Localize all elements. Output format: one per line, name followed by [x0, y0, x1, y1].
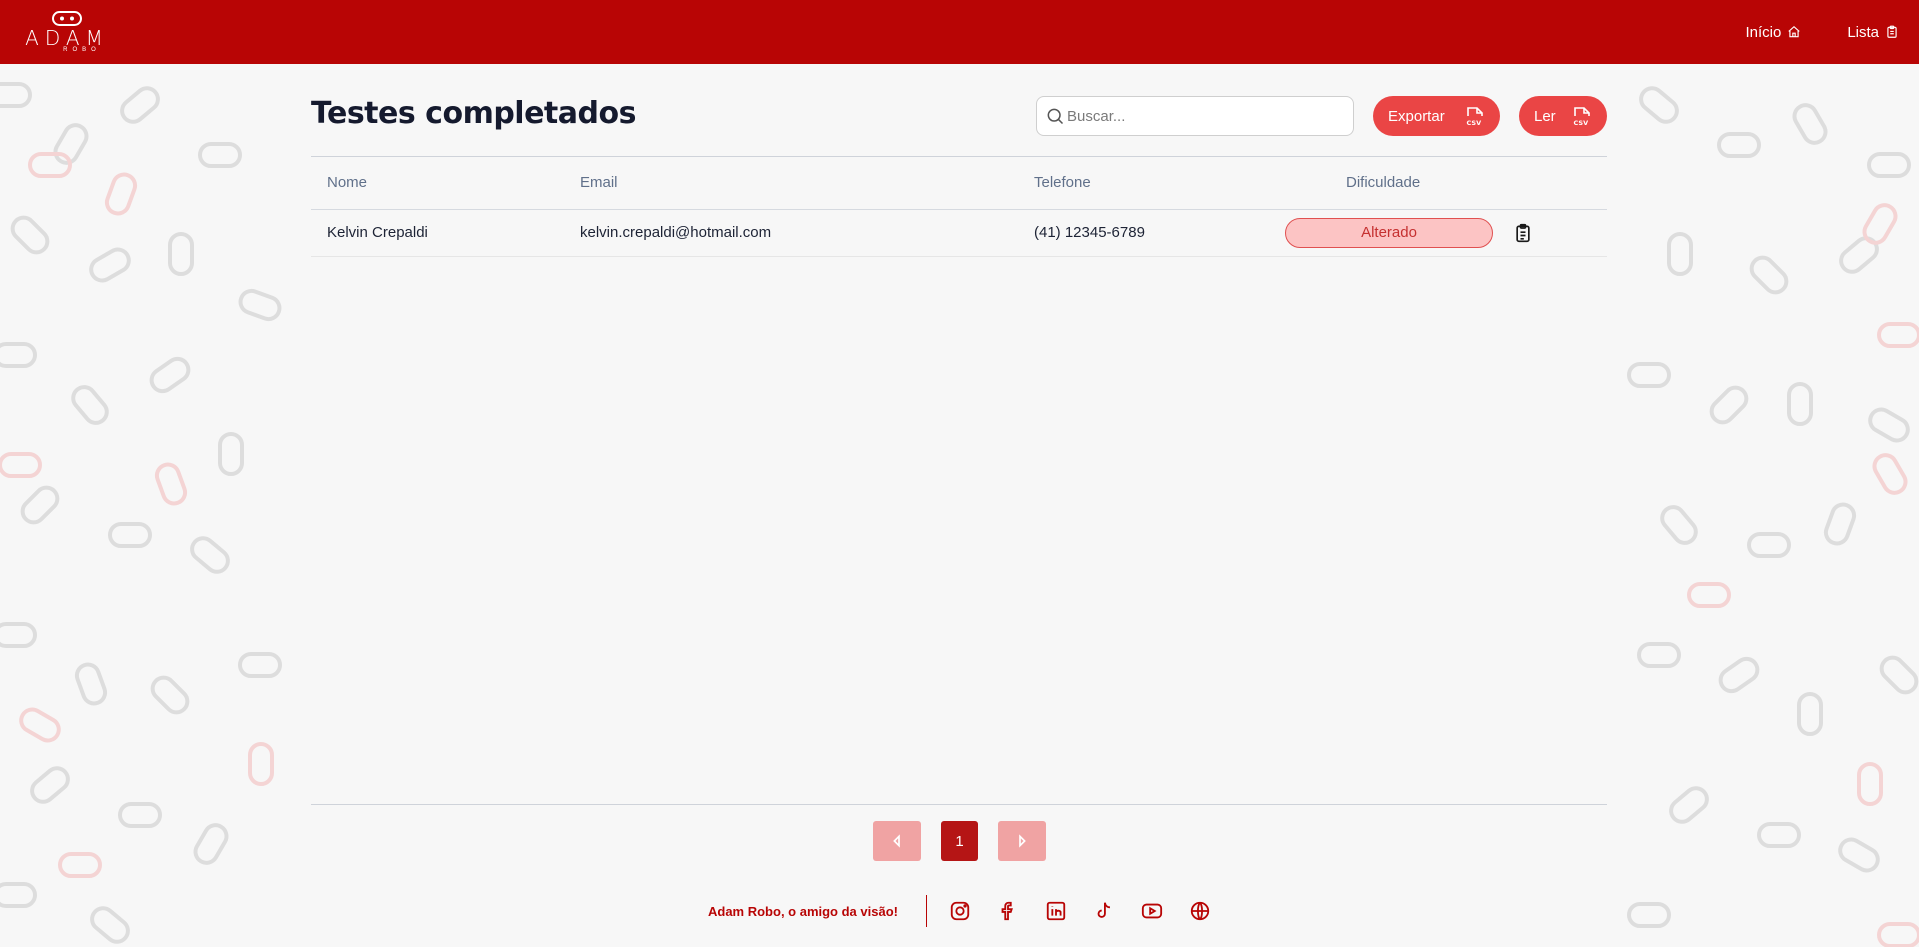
page-title: Testes completados: [311, 96, 636, 131]
adam-robo-logo[interactable]: ADAM ROBO: [18, 10, 116, 54]
footer: Adam Robo, o amigo da visão!: [708, 894, 1211, 928]
read-label: Ler: [1534, 107, 1556, 125]
logo-subtext: ROBO: [63, 47, 101, 53]
read-csv-button[interactable]: Ler CSV: [1519, 96, 1607, 136]
view-details-button[interactable]: [1513, 222, 1533, 244]
tiktok-link[interactable]: [1093, 900, 1115, 922]
search-icon: [1047, 108, 1064, 125]
nav-links: Início Lista: [1745, 24, 1899, 41]
export-csv-button[interactable]: Exportar CSV: [1373, 96, 1500, 136]
footer-tagline: Adam Robo, o amigo da visão!: [708, 903, 898, 919]
table-bottom-divider: [311, 804, 1607, 805]
background-pattern-left: [0, 64, 300, 947]
table-header-row: Nome Email Telefone Dificuldade: [311, 157, 1607, 210]
youtube-link[interactable]: [1141, 900, 1163, 922]
export-label: Exportar: [1388, 107, 1445, 125]
csv-file-icon: CSV: [1466, 107, 1483, 127]
search-box[interactable]: [1036, 96, 1354, 136]
page-header: Testes completados Exportar CSV Ler CSV: [311, 94, 1607, 138]
page-number-button[interactable]: 1: [941, 821, 978, 861]
nav-link-label: Início: [1745, 23, 1782, 41]
cell-phone: (41) 12345-6789: [1018, 209, 1282, 257]
home-icon: [1788, 25, 1800, 38]
clipboard-icon: [1887, 25, 1897, 38]
clipboard-icon: [1516, 223, 1530, 242]
difficulty-badge: Alterado: [1285, 217, 1493, 248]
column-header-dificuldade[interactable]: Dificuldade: [1282, 157, 1607, 210]
chevron-left-icon: [893, 834, 900, 848]
results-table: Nome Email Telefone Dificuldade Kelvin C…: [311, 157, 1607, 257]
csv-file-icon: CSV: [1573, 107, 1590, 127]
logo-text: ADAM: [25, 26, 109, 50]
column-header-email[interactable]: Email: [564, 157, 1018, 210]
chevron-right-icon: [1019, 834, 1026, 848]
background-pattern-right: [1619, 64, 1919, 947]
nav-link-inicio[interactable]: Início: [1745, 24, 1801, 41]
cell-email: kelvin.crepaldi@hotmail.com: [564, 209, 1018, 257]
svg-text:CSV: CSV: [1466, 119, 1481, 127]
globe-icon: [1190, 901, 1210, 921]
svg-text:CSV: CSV: [1573, 119, 1588, 127]
pagination: 1: [873, 821, 1046, 861]
facebook-icon: [1001, 901, 1013, 921]
linkedin-link[interactable]: [1045, 900, 1067, 922]
nav-link-lista[interactable]: Lista: [1847, 24, 1899, 41]
linkedin-icon: [1046, 901, 1066, 921]
cell-difficulty: Alterado: [1282, 209, 1607, 257]
facebook-link[interactable]: [997, 900, 1019, 922]
social-links: [949, 900, 1211, 922]
column-header-nome[interactable]: Nome: [311, 157, 564, 210]
next-page-button[interactable]: [998, 821, 1046, 861]
instagram-icon: [950, 901, 970, 921]
table-row[interactable]: Kelvin Crepaldi kelvin.crepaldi@hotmail.…: [311, 209, 1607, 257]
previous-page-button[interactable]: [873, 821, 921, 861]
cell-name: Kelvin Crepaldi: [311, 209, 564, 257]
tiktok-icon: [1097, 902, 1110, 918]
top-navbar: ADAM ROBO Início Lista: [0, 0, 1919, 64]
footer-divider: [925, 895, 927, 927]
website-link[interactable]: [1189, 900, 1211, 922]
main-content: Testes completados Exportar CSV Ler CSV …: [311, 64, 1607, 947]
instagram-link[interactable]: [949, 900, 971, 922]
column-header-telefone[interactable]: Telefone: [1018, 157, 1282, 210]
nav-link-label: Lista: [1847, 23, 1879, 41]
search-input[interactable]: [1067, 107, 1327, 125]
youtube-icon: [1141, 903, 1163, 919]
